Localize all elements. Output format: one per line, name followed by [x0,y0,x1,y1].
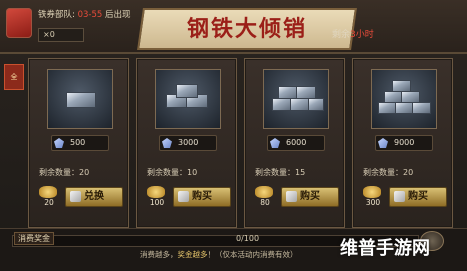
subtitle-suffix: 后出现 [104,10,131,20]
watermark: 维普手游网 [340,238,430,259]
button-label: 购买 [408,191,428,202]
cost-value: 20 [44,198,54,207]
shop-card-4: 9000 剩余数量：20 300 购买 [352,58,453,228]
button-label: 购买 [300,191,320,202]
button-icon [286,191,297,202]
gem-icon [270,138,280,148]
price-value: 6000 [286,138,307,147]
banner-title: 钢铁大倾销 [186,16,307,42]
progress-value: 0/100 [236,234,260,243]
exchange-button[interactable]: 兑换 [65,187,123,207]
gold-coin-icon [363,186,381,198]
bottom-message: 消费越多，奖金越多！（仅本活动内消费有效） [140,249,298,260]
cost-value: 100 [149,198,165,207]
iron-ingot-image [155,69,221,129]
cost-value: 300 [365,198,381,207]
iron-ingot-icon [412,102,431,114]
gem-icon [54,138,64,148]
side-tag: 全 [4,64,24,90]
iron-ingot-icon [272,98,292,111]
iron-ingot-image [263,69,329,129]
button-label: 购买 [192,191,212,202]
message-prefix: 消费越多， [140,250,178,259]
item-price: 3000 [159,135,217,151]
stock-label: 剩余数量：15 [255,168,306,177]
gold-coin-icon [147,186,165,198]
shop-card-1: 500 剩余数量：20 20 兑换 [28,58,129,228]
iron-ingot-icon [66,92,96,108]
gem-icon [162,138,172,148]
card-area: 全 500 剩余数量：20 20 兑换 3000 剩余数量：10 100 购买 [4,52,461,228]
button-icon [70,191,81,202]
cost: 80 [249,186,279,208]
stock-label: 剩余数量：10 [147,168,198,177]
subtitle-prefix: 铁券部队: [38,10,75,20]
buy-button[interactable]: 购买 [173,187,231,207]
message-highlight: 奖金越多 [177,250,208,259]
item-price: 500 [51,135,109,151]
iron-ingot-icon [392,80,411,92]
header: 铁券部队: 03-55 后出现 ×0 钢铁大倾销 剩余3小时 [0,0,467,54]
shop-card-2: 3000 剩余数量：10 100 购买 [136,58,237,228]
gold-coin-icon [39,186,57,198]
price-value: 9000 [394,138,415,147]
price-value: 500 [70,138,86,147]
cost-value: 80 [260,198,270,207]
gem-icon [378,138,388,148]
shop-window: 铁券部队: 03-55 后出现 ×0 钢铁大倾销 剩余3小时 全 500 剩余数… [0,0,467,271]
shop-card-3: 6000 剩余数量：15 80 购买 [244,58,345,228]
remain-prefix: 剩余 [332,30,351,40]
item-price: 6000 [267,135,325,151]
subtitle-time: 03-55 [77,10,103,20]
message-suffix: ！（仅本活动内消费有效） [207,250,298,259]
stock-label: 剩余数量：20 [39,168,90,177]
cost: 100 [141,186,171,208]
token-count: ×0 [38,28,84,42]
gold-coin-icon [255,186,273,198]
cost: 20 [33,186,63,208]
remain-value: 3小时 [350,30,374,40]
event-subtitle: 铁券部队: 03-55 后出现 [38,8,131,20]
sale-banner: 钢铁大倾销 [137,8,357,50]
buy-button[interactable]: 购买 [281,187,339,207]
iron-ingot-icon [278,86,298,99]
iron-ingot-icon [290,98,310,111]
button-icon [178,191,189,202]
iron-ingot-icon [296,86,316,99]
iron-ingot-image [47,69,113,129]
button-label: 兑换 [84,191,104,202]
iron-ingot-icon [308,98,324,111]
iron-ingot-image [371,69,437,129]
remaining-time: 剩余3小时 [332,27,374,40]
red-crystal-icon [6,8,32,38]
item-price: 9000 [375,135,433,151]
iron-ingot-icon [176,84,198,98]
iron-ingot-icon [401,91,420,103]
progress-label: 消费奖金 [14,232,54,245]
buy-button[interactable]: 购买 [389,187,447,207]
button-icon [394,191,405,202]
cost: 300 [357,186,387,208]
price-value: 3000 [178,138,199,147]
stock-label: 剩余数量：20 [363,168,414,177]
